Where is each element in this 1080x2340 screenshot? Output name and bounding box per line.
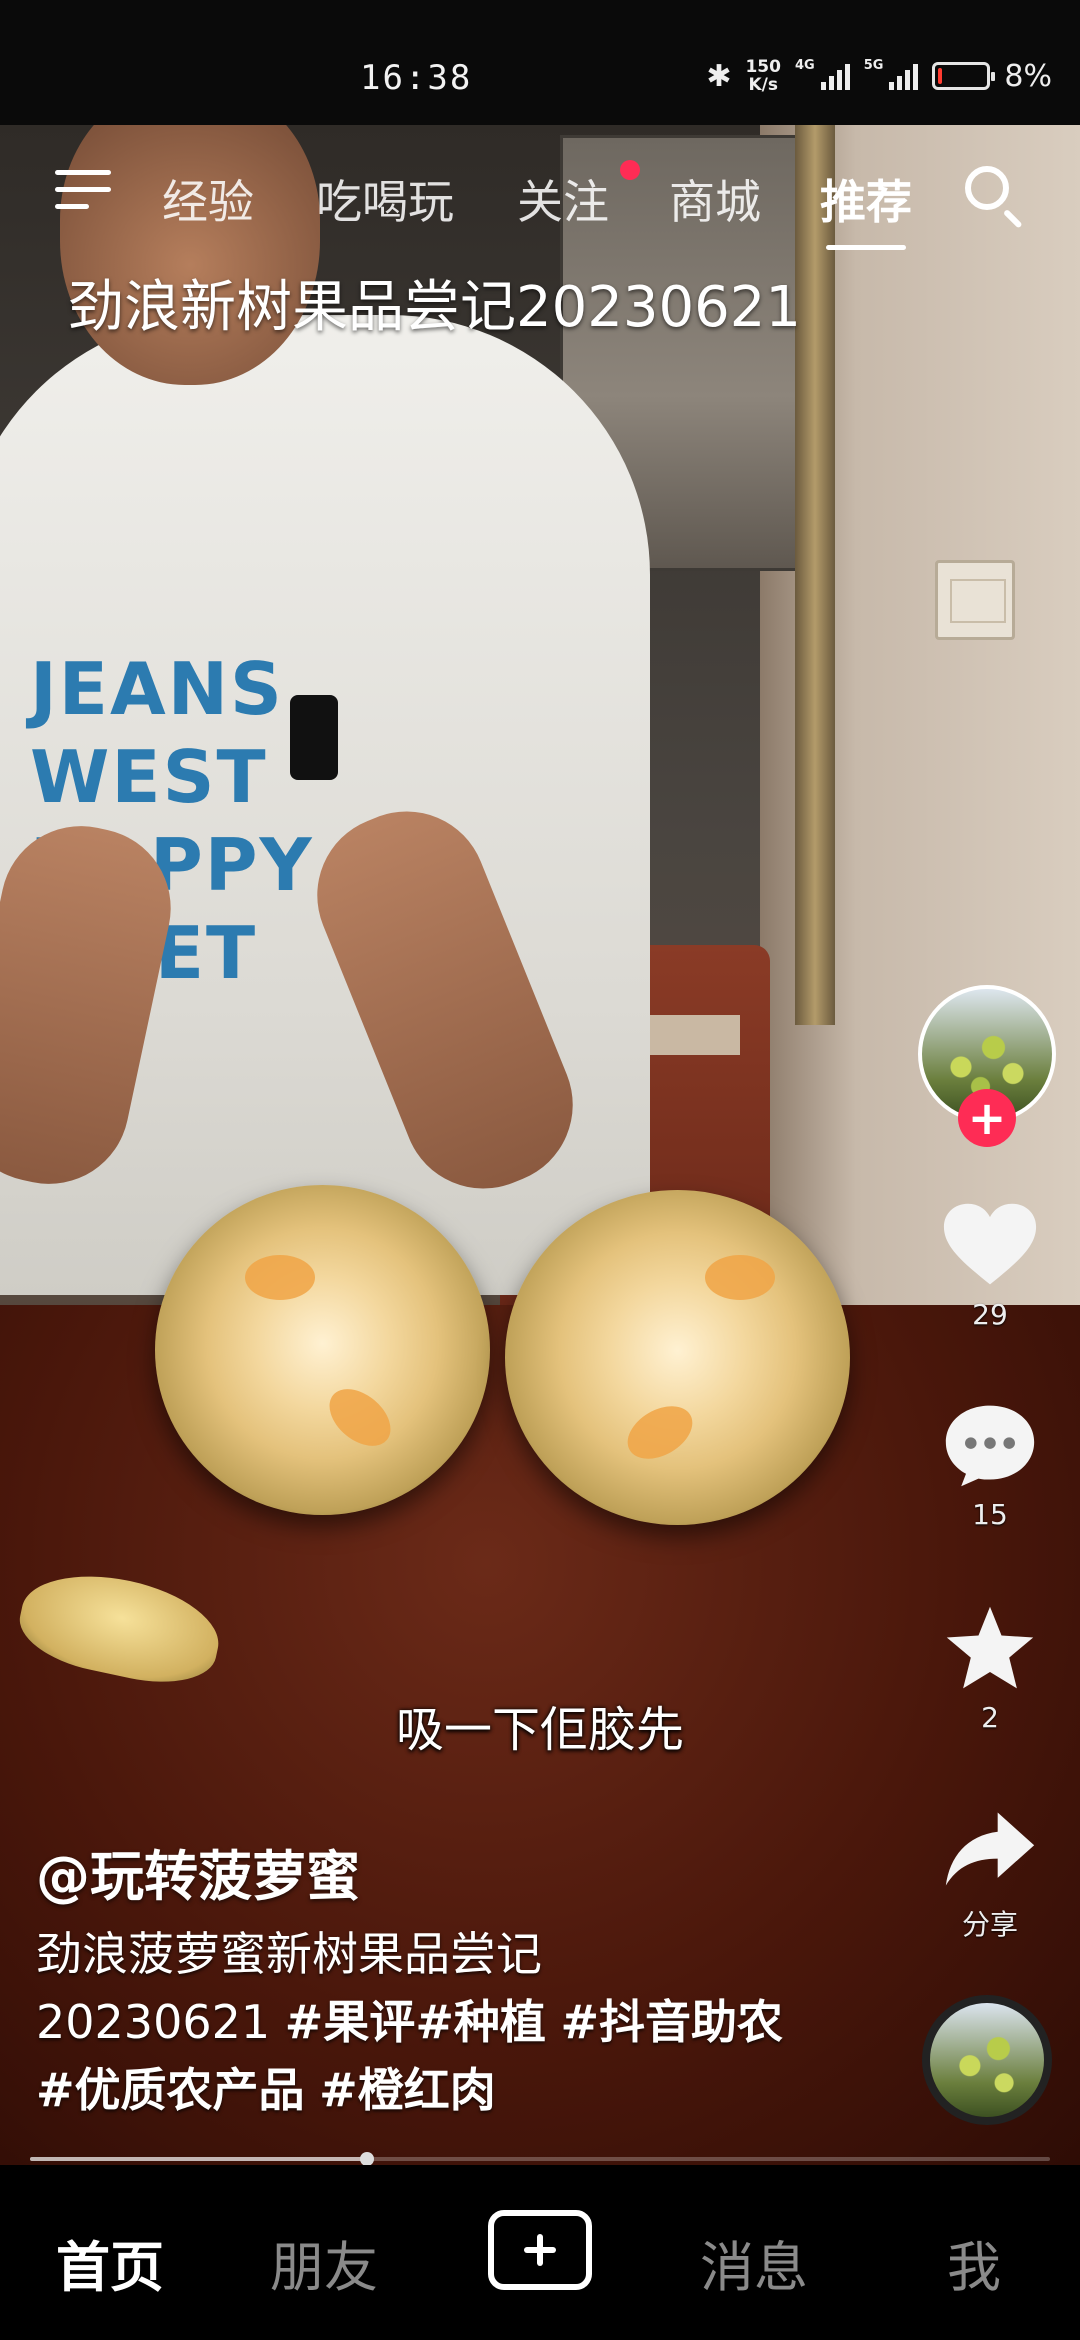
nav-messages[interactable]: 消息 (700, 2223, 808, 2302)
signal-4g-label: 4G (794, 58, 815, 73)
hashtag[interactable]: #种植 (415, 1995, 546, 2049)
status-bar: 16:38 ✱ 150 K/s 4G 5G 8% (0, 0, 1080, 125)
search-icon[interactable] (965, 166, 1009, 210)
nav-home[interactable]: 首页 (56, 2223, 164, 2302)
light-switch (935, 560, 1015, 640)
favorite-count: 2 (981, 1701, 999, 1734)
top-nav: 经验 吃喝玩 关注 商城 推荐 (0, 160, 1080, 230)
hashtag[interactable]: #果评 (285, 1995, 416, 2049)
status-icons: ✱ 150 K/s 4G 5G 8% (706, 58, 1052, 94)
video-title-overlay: 劲浪新树果品尝记20230621 (68, 275, 802, 340)
favorite-button[interactable]: 2 (930, 1603, 1050, 1734)
progress-knob[interactable] (359, 2152, 374, 2166)
lapel-mic (290, 695, 338, 780)
hashtag[interactable]: #优质农产品 (36, 2063, 305, 2117)
battery-percent: 8% (1004, 58, 1052, 94)
bottom-nav: 首页 朋友 消息 我 (0, 2165, 1080, 2340)
video-description: 劲浪菠萝蜜新树果品尝记 20230621 #果评#种植 #抖音助农 #优质农产品… (36, 1920, 796, 2124)
battery-icon (932, 62, 996, 90)
comment-icon (942, 1400, 1038, 1490)
tab-following[interactable]: 关注 (517, 166, 609, 232)
like-button[interactable]: 29 (930, 1200, 1050, 1331)
menu-icon[interactable] (55, 170, 111, 216)
nav-me[interactable]: 我 (947, 2223, 1001, 2302)
share-label: 分享 (961, 1908, 1018, 1941)
video-progress-bar[interactable] (30, 2152, 1050, 2166)
signal-bars-icon (889, 62, 919, 90)
jackfruit-half-left (155, 1185, 490, 1515)
video-subtitle: 吸一下佢胶先 (395, 1702, 684, 1758)
heart-icon (942, 1200, 1038, 1290)
tab-recommended[interactable]: 推荐 (820, 166, 912, 232)
door-frame (795, 125, 835, 1025)
music-disc[interactable] (922, 1995, 1052, 2125)
share-button[interactable]: 分享 (930, 1805, 1050, 1943)
description-text: 劲浪菠萝蜜新树果品尝记 (36, 1927, 542, 1981)
network-speed: 150 K/s (745, 58, 781, 94)
progress-played (30, 2157, 367, 2161)
share-arrow-icon (942, 1805, 1038, 1895)
follow-plus-icon[interactable]: + (958, 1089, 1016, 1147)
jackfruit-half-right (505, 1190, 850, 1525)
bluetooth-icon: ✱ (706, 58, 732, 94)
hashtag[interactable]: #抖音助农 (560, 1995, 783, 2049)
author-name[interactable]: @玩转菠萝蜜 (36, 1832, 360, 1911)
network-speed-unit: K/s (748, 75, 778, 95)
description-date: 20230621 (36, 1995, 271, 2049)
nav-friends[interactable]: 朋友 (270, 2223, 378, 2302)
create-plus-icon[interactable] (488, 2210, 592, 2290)
signal-5g-label: 5G (863, 58, 884, 73)
tab-mall[interactable]: 商城 (669, 166, 761, 232)
star-icon (942, 1603, 1038, 1693)
comment-button[interactable]: 15 (930, 1400, 1050, 1531)
signal-bars-icon (820, 62, 850, 90)
tab-experience[interactable]: 经验 (162, 166, 254, 232)
comment-count: 15 (972, 1498, 1008, 1531)
notification-dot (620, 160, 640, 180)
tab-food-fun[interactable]: 吃喝玩 (316, 166, 454, 232)
hashtag[interactable]: #橙红肉 (319, 2063, 496, 2117)
network-speed-value: 150 (745, 57, 781, 77)
like-count: 29 (972, 1298, 1008, 1331)
clock: 16:38 (360, 58, 473, 98)
